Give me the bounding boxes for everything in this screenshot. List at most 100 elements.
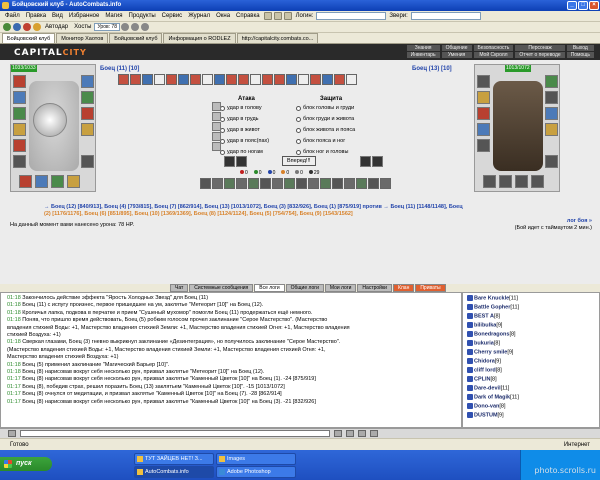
back-icon[interactable] bbox=[3, 23, 11, 31]
effect-icon[interactable] bbox=[166, 74, 177, 85]
equip-slot[interactable] bbox=[13, 91, 26, 104]
hosts-button[interactable]: Хосты bbox=[71, 24, 94, 30]
chat-tab[interactable]: Клан bbox=[392, 284, 415, 292]
toolbar-icon[interactable] bbox=[283, 12, 292, 20]
spell-icon[interactable] bbox=[236, 178, 247, 189]
spell-icon[interactable] bbox=[368, 178, 379, 189]
attack-option[interactable]: удар по ногам bbox=[220, 149, 263, 155]
chat-tab[interactable]: Общие логи bbox=[285, 284, 324, 292]
refresh-icon[interactable] bbox=[370, 430, 378, 437]
user-entry[interactable]: cliff lord[8] bbox=[467, 367, 502, 373]
spell-icon[interactable] bbox=[224, 178, 235, 189]
toolbar-icon[interactable] bbox=[140, 23, 149, 31]
menu-magic[interactable]: Магия bbox=[102, 13, 125, 19]
menu-edit[interactable]: Правка bbox=[23, 13, 49, 19]
toolbar-icon[interactable] bbox=[130, 23, 139, 31]
equip-slot[interactable] bbox=[483, 175, 496, 188]
left-player-name[interactable]: Боец (11) [10] bbox=[100, 66, 139, 72]
equip-slot[interactable] bbox=[477, 123, 490, 136]
tab-chaos-monitor[interactable]: Монитор Хаотов bbox=[56, 33, 109, 43]
nav-link[interactable]: Общение bbox=[441, 45, 472, 51]
nav-link[interactable]: Умения bbox=[441, 52, 472, 58]
defense-option[interactable]: блок ног и головы bbox=[296, 149, 348, 155]
menu-windows[interactable]: Окна bbox=[213, 13, 233, 19]
go-button[interactable]: Вперед!!! bbox=[282, 156, 316, 166]
nav-link[interactable]: Инвентарь bbox=[406, 52, 440, 58]
effect-icon[interactable] bbox=[130, 74, 141, 85]
minimize-button[interactable]: _ bbox=[567, 1, 577, 10]
effect-icon[interactable] bbox=[334, 74, 345, 85]
equip-slot[interactable] bbox=[51, 175, 64, 188]
chat-tab[interactable]: Настройки bbox=[357, 284, 392, 292]
user-entry[interactable]: CPLIN[8] bbox=[467, 376, 497, 382]
start-button[interactable]: пуск bbox=[0, 457, 52, 471]
user-entry[interactable]: BEST A[8] bbox=[467, 313, 500, 319]
taskbar-button[interactable]: Images bbox=[216, 453, 296, 465]
equip-slot[interactable] bbox=[545, 155, 558, 168]
effect-icon[interactable] bbox=[190, 74, 201, 85]
attack-option[interactable]: удар в грудь bbox=[220, 116, 259, 122]
defense-option[interactable]: блок пояса и ног bbox=[296, 138, 345, 144]
equip-slot[interactable] bbox=[35, 175, 48, 188]
equip-slot[interactable] bbox=[545, 75, 558, 88]
menu-service[interactable]: Сервис bbox=[159, 13, 186, 19]
spell-icon[interactable] bbox=[272, 178, 283, 189]
effect-icon[interactable] bbox=[178, 74, 189, 85]
spell-icon[interactable] bbox=[308, 178, 319, 189]
equip-slot[interactable] bbox=[81, 75, 94, 88]
user-entry[interactable]: Dare-devil[11] bbox=[467, 385, 509, 391]
user-entry[interactable]: Cherry smile[9] bbox=[467, 349, 513, 355]
effect-icon[interactable] bbox=[346, 74, 357, 85]
nav-link[interactable]: Персонаж bbox=[515, 45, 565, 51]
toolbar-icon[interactable] bbox=[263, 12, 272, 20]
equip-slot[interactable] bbox=[13, 123, 26, 136]
nav-link[interactable]: Мой Скролл bbox=[473, 52, 514, 58]
skull-icon[interactable] bbox=[236, 156, 247, 167]
user-entry[interactable]: Bonedragons[8] bbox=[467, 331, 516, 337]
defense-option[interactable]: блок груди и живота bbox=[296, 116, 354, 122]
equip-slot[interactable] bbox=[81, 123, 94, 136]
spell-icon[interactable] bbox=[212, 178, 223, 189]
smile-icon[interactable] bbox=[8, 430, 16, 437]
equip-slot[interactable] bbox=[81, 155, 94, 168]
spell-icon[interactable] bbox=[248, 178, 259, 189]
forward-icon[interactable] bbox=[13, 23, 21, 31]
user-entry[interactable]: Dono-van[8] bbox=[467, 403, 506, 409]
effect-icon[interactable] bbox=[154, 74, 165, 85]
equip-slot[interactable] bbox=[477, 139, 490, 152]
beasts-select[interactable] bbox=[410, 12, 481, 20]
tab-capitalcity[interactable]: http://capitalcity.combats.co... bbox=[236, 33, 319, 43]
clear-icon[interactable] bbox=[346, 430, 354, 437]
taskbar-button[interactable]: ТУТ ЗАЙЦЕВ НЕТ! З... bbox=[134, 453, 214, 465]
equip-slot[interactable] bbox=[477, 91, 490, 104]
menu-favorites[interactable]: Избранное bbox=[66, 13, 102, 19]
close-button[interactable]: × bbox=[589, 1, 599, 10]
spell-icon[interactable] bbox=[344, 178, 355, 189]
skull-icon[interactable] bbox=[360, 156, 371, 167]
equip-slot[interactable] bbox=[81, 107, 94, 120]
equip-slot[interactable] bbox=[67, 175, 80, 188]
chat-tab[interactable]: Приваты bbox=[415, 284, 446, 292]
effect-icon[interactable] bbox=[142, 74, 153, 85]
equip-slot[interactable] bbox=[515, 175, 528, 188]
chat-input[interactable] bbox=[20, 430, 330, 437]
effect-icon[interactable] bbox=[286, 74, 297, 85]
chat-tab[interactable]: Чат bbox=[170, 284, 189, 292]
user-entry[interactable]: bilibulka[9] bbox=[467, 322, 502, 328]
effect-icon[interactable] bbox=[226, 74, 237, 85]
tab-fight-club[interactable]: Бойцовский клуб bbox=[2, 33, 56, 43]
attack-option[interactable]: удар в пояс(пах) bbox=[220, 138, 269, 144]
chat-tab-active[interactable]: Все логи bbox=[254, 284, 285, 292]
effect-icon[interactable] bbox=[298, 74, 309, 85]
equip-slot[interactable] bbox=[545, 107, 558, 120]
defense-option[interactable]: блок головы и груди bbox=[296, 105, 354, 111]
tab-fight-club-2[interactable]: Бойцовский клуб bbox=[109, 33, 163, 43]
spell-icon[interactable] bbox=[296, 178, 307, 189]
spell-icon[interactable] bbox=[200, 178, 211, 189]
user-entry[interactable]: Battle Gopher[11] bbox=[467, 304, 519, 310]
level-select[interactable]: Уров: 78 bbox=[94, 23, 120, 31]
user-entry[interactable]: Bare Knuckle[11] bbox=[467, 295, 518, 301]
spell-icon[interactable] bbox=[332, 178, 343, 189]
nav-link[interactable]: Помощь bbox=[566, 52, 594, 58]
settings-icon[interactable] bbox=[358, 430, 366, 437]
